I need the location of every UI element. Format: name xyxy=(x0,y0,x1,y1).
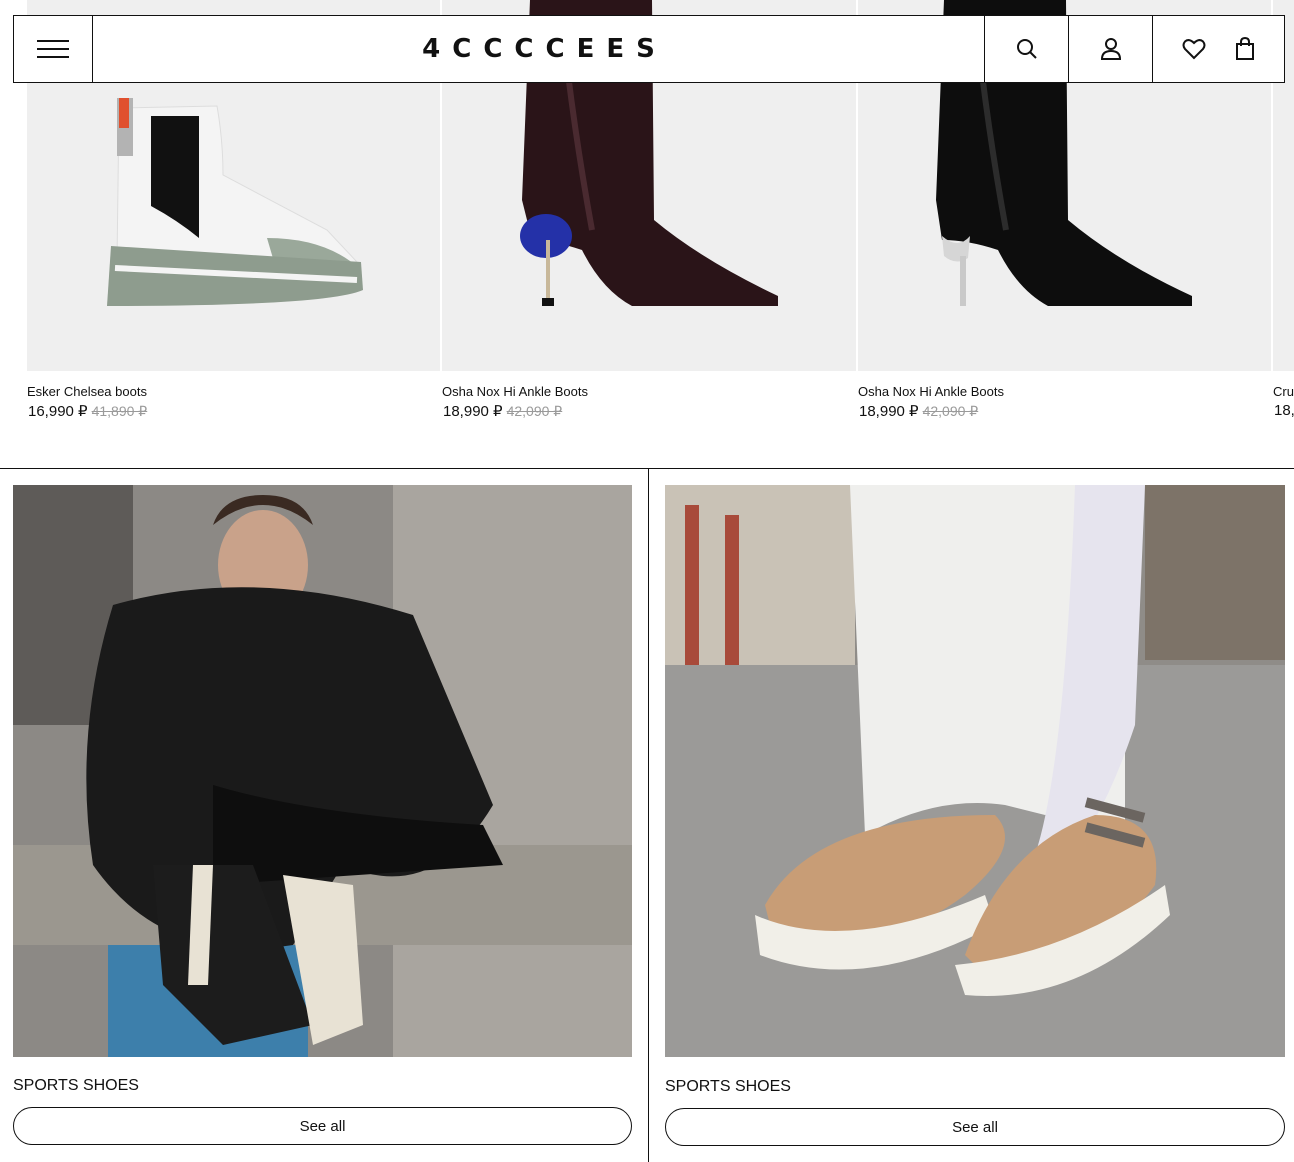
fashion-photo xyxy=(13,485,632,1057)
banner-caption: SPORTS SHOES xyxy=(13,1077,139,1094)
column-divider xyxy=(648,469,649,1162)
see-all-button[interactable]: See all xyxy=(13,1107,632,1145)
product-name[interactable]: Cru xyxy=(1273,384,1294,399)
current-price: 18,990 ₽ xyxy=(859,403,919,420)
wishlist-button[interactable] xyxy=(1182,38,1206,60)
search-icon xyxy=(1016,39,1037,59)
product-name[interactable]: Esker Chelsea boots xyxy=(27,384,147,399)
user-icon xyxy=(1100,38,1121,60)
product-name[interactable]: Osha Nox Hi Ankle Boots xyxy=(442,384,588,399)
see-all-button[interactable]: See all xyxy=(665,1108,1285,1146)
current-price: 16,990 ₽ xyxy=(28,403,88,420)
product-name[interactable]: Osha Nox Hi Ankle Boots xyxy=(858,384,1004,399)
banner-caption: SPORTS SHOES xyxy=(665,1078,791,1095)
header-actions xyxy=(1153,16,1284,82)
banner-image[interactable] xyxy=(665,485,1285,1057)
cart-button[interactable] xyxy=(1235,37,1255,61)
menu-button[interactable] xyxy=(14,16,93,82)
search-button[interactable] xyxy=(985,16,1069,82)
heart-icon xyxy=(1182,39,1206,60)
hamburger-menu-icon xyxy=(37,40,69,58)
fashion-photo xyxy=(665,485,1285,1057)
shopping-bag-icon xyxy=(1236,37,1255,60)
product-price: 18,990 ₽42,090 ₽ xyxy=(443,402,562,420)
section-divider xyxy=(0,468,1294,469)
account-button[interactable] xyxy=(1069,16,1153,82)
current-price: 18,990 ₽ xyxy=(443,403,503,420)
site-header: 4CCCCEES xyxy=(13,15,1285,83)
current-price: 18, xyxy=(1274,402,1294,419)
product-price: 16,990 ₽41,890 ₽ xyxy=(28,402,147,420)
logo[interactable]: 4CCCCEES xyxy=(93,16,985,82)
product-price: 18, xyxy=(1274,402,1294,419)
old-price: 41,890 ₽ xyxy=(91,403,148,419)
old-price: 42,090 ₽ xyxy=(506,403,563,419)
old-price: 42,090 ₽ xyxy=(922,403,979,419)
product-price: 18,990 ₽42,090 ₽ xyxy=(859,402,978,420)
banner-image[interactable] xyxy=(13,485,632,1057)
